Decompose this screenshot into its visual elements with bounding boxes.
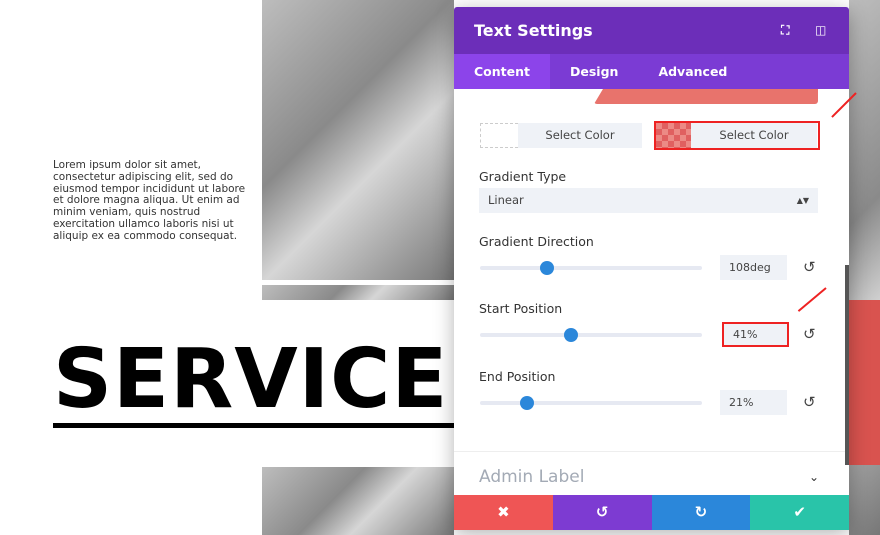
red-block — [849, 300, 880, 465]
gradient-type-select[interactable]: Linear ▲▼ — [479, 188, 818, 213]
start-position-label: Start Position — [479, 301, 563, 316]
reset-icon[interactable]: ↺ — [803, 393, 816, 411]
text-settings-panel: Text Settings ⛶ ◫ Content Design Advance… — [454, 7, 849, 530]
divider — [454, 451, 849, 452]
reset-icon[interactable]: ↺ — [803, 325, 816, 343]
select-color-button-1[interactable]: Select Color — [518, 123, 642, 148]
scrollbar[interactable] — [845, 265, 849, 465]
panel-title: Text Settings — [474, 21, 593, 40]
fullscreen-icon[interactable]: ⛶ — [781, 23, 795, 37]
reset-icon[interactable]: ↺ — [803, 258, 816, 276]
highlight-box-color — [654, 121, 820, 150]
gradient-direction-input[interactable]: 108deg — [720, 255, 787, 280]
end-position-slider[interactable] — [480, 396, 702, 410]
sidebar-toggle-icon[interactable]: ◫ — [815, 23, 829, 37]
admin-label-title: Admin Label — [479, 467, 585, 487]
start-position-input[interactable]: 41% — [722, 322, 789, 347]
panel-body: Select Color Select Color Gradient Type … — [454, 89, 849, 495]
background-photo-top — [262, 0, 454, 280]
slider-knob[interactable] — [564, 328, 579, 342]
tab-content[interactable]: Content — [454, 54, 550, 89]
background-photo-strip — [262, 285, 454, 300]
gradient-type-value: Linear — [488, 193, 524, 207]
select-arrows-icon: ▲▼ — [796, 196, 809, 205]
panel-footer: ✖ ↺ ↻ ✔ — [454, 495, 849, 530]
redo-button[interactable]: ↻ — [651, 495, 751, 530]
tab-advanced[interactable]: Advanced — [638, 54, 747, 89]
undo-button[interactable]: ↺ — [552, 495, 652, 530]
save-button[interactable]: ✔ — [750, 495, 849, 530]
background-photo-bottom — [262, 467, 454, 535]
heading-underline — [53, 423, 454, 428]
gradient-type-label: Gradient Type — [479, 169, 567, 184]
gradient-direction-label: Gradient Direction — [479, 234, 594, 249]
gradient-preview — [594, 89, 818, 104]
gradient-direction-slider[interactable] — [480, 261, 702, 275]
end-position-label: End Position — [479, 369, 556, 384]
admin-label-toggle[interactable]: Admin Label ⌄ — [479, 467, 819, 487]
end-position-input[interactable]: 21% — [720, 390, 787, 415]
tab-design[interactable]: Design — [550, 54, 638, 89]
tab-bar: Content Design Advanced — [454, 54, 849, 89]
slider-knob[interactable] — [519, 396, 534, 410]
start-position-slider[interactable] — [480, 328, 702, 342]
color-swatch-1[interactable] — [480, 123, 518, 148]
chevron-down-icon: ⌄ — [808, 470, 819, 484]
panel-header: Text Settings ⛶ ◫ — [454, 7, 849, 54]
cancel-button[interactable]: ✖ — [454, 495, 553, 530]
slider-knob[interactable] — [539, 261, 554, 275]
services-heading: SERVICES — [53, 332, 509, 427]
body-text: Lorem ipsum dolor sit amet, consectetur … — [53, 159, 246, 242]
